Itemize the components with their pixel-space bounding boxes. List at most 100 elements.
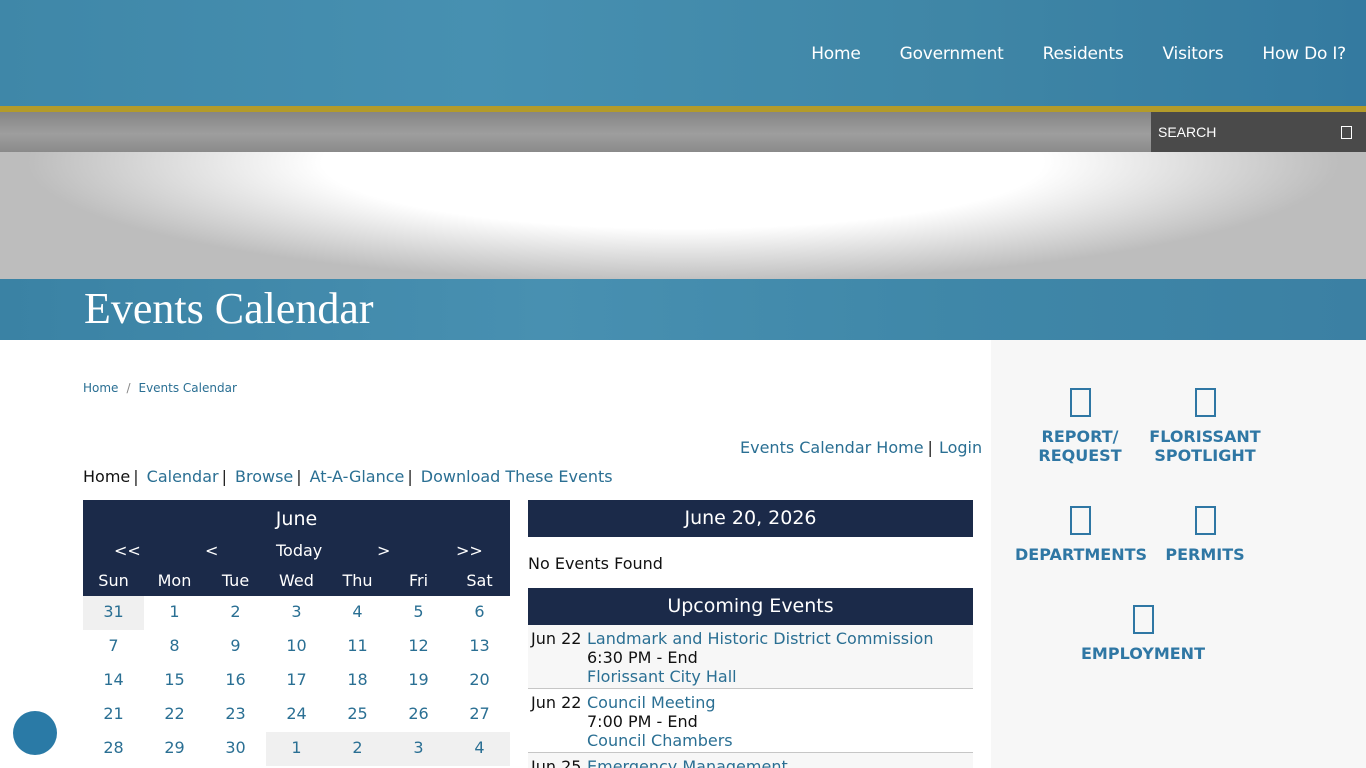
- calendar-day[interactable]: 18: [327, 664, 388, 698]
- event-item: Jun 25 Emergency Management: [528, 753, 973, 768]
- link-separator: |: [133, 467, 139, 486]
- page-title: Events Calendar: [84, 284, 374, 333]
- calendar-day[interactable]: 1: [144, 596, 205, 630]
- event-date: Jun 22: [531, 693, 582, 712]
- calendar-sub-nav: Home | Calendar | Browse | At-A-Glance | Downloa…: [83, 467, 613, 486]
- prev-year-button[interactable]: <<: [114, 541, 141, 560]
- event-item: Jun 22 Council Meeting 7:00 PM - End Cou…: [528, 689, 973, 753]
- breadcrumb-home[interactable]: Home: [83, 381, 118, 395]
- calendar-day[interactable]: 3: [266, 596, 327, 630]
- nav-visitors[interactable]: Visitors: [1163, 44, 1224, 64]
- calendar-day[interactable]: 17: [266, 664, 327, 698]
- floating-action-button[interactable]: [13, 711, 57, 755]
- weekday-label: Fri: [408, 571, 429, 590]
- event-time: 7:00 PM - End: [587, 712, 698, 731]
- selected-day-panel: June 20, 2026: [528, 500, 973, 537]
- mini-calendar: June << < Today > >> Sun Mon Tue Wed Thu…: [83, 500, 510, 766]
- nav-residents[interactable]: Residents: [1043, 44, 1124, 64]
- calendar-day[interactable]: 7: [83, 630, 144, 664]
- today-button[interactable]: Today: [276, 541, 322, 560]
- search-icon[interactable]: [1341, 126, 1352, 139]
- no-events-message: No Events Found: [528, 554, 663, 573]
- report-request-icon: [1069, 388, 1091, 417]
- quick-link-florissant-spotlight[interactable]: FLORISSANT SPOTLIGHT: [1145, 388, 1265, 465]
- prev-month-button[interactable]: <: [205, 541, 218, 560]
- calendar-day[interactable]: 29: [144, 732, 205, 766]
- quick-link-label: REQUEST: [1038, 446, 1122, 465]
- subnav-home[interactable]: Home: [83, 467, 130, 486]
- calendar-day[interactable]: 10: [266, 630, 327, 664]
- calendar-day[interactable]: 5: [388, 596, 449, 630]
- site-header: Home Government Residents Visitors How D…: [0, 0, 1366, 106]
- calendar-day[interactable]: 14: [83, 664, 144, 698]
- calendar-day[interactable]: 6: [449, 596, 510, 630]
- permits-icon: [1194, 506, 1216, 535]
- calendar-day[interactable]: 19: [388, 664, 449, 698]
- calendar-day[interactable]: 28: [83, 732, 144, 766]
- calendar-day[interactable]: 11: [327, 630, 388, 664]
- quick-link-label: SPOTLIGHT: [1154, 446, 1256, 465]
- nav-government[interactable]: Government: [900, 44, 1004, 64]
- event-date: Jun 25: [531, 757, 582, 768]
- employment-icon: [1132, 605, 1154, 634]
- quick-link-employment[interactable]: EMPLOYMENT: [1078, 605, 1208, 663]
- calendar-day[interactable]: 9: [205, 630, 266, 664]
- calendar-day[interactable]: 8: [144, 630, 205, 664]
- event-time: 6:30 PM - End: [587, 648, 698, 667]
- upcoming-events-header: Upcoming Events: [528, 588, 973, 625]
- search-box: [1151, 112, 1366, 152]
- search-input[interactable]: [1158, 123, 1328, 141]
- event-location-link[interactable]: Florissant City Hall: [587, 667, 737, 686]
- calendar-day[interactable]: 30: [205, 732, 266, 766]
- calendar-day[interactable]: 1: [266, 732, 327, 766]
- quick-link-report-request[interactable]: REPORT/ REQUEST: [1030, 388, 1130, 465]
- departments-icon: [1069, 506, 1091, 535]
- calendar-day[interactable]: 27: [449, 698, 510, 732]
- event-title-link[interactable]: Landmark and Historic District Commissio…: [587, 629, 933, 648]
- link-separator: |: [296, 467, 302, 486]
- event-item: Jun 22 Landmark and Historic District Co…: [528, 625, 973, 689]
- subnav-at-a-glance[interactable]: At-A-Glance: [310, 467, 405, 486]
- calendar-day[interactable]: 26: [388, 698, 449, 732]
- subnav-browse[interactable]: Browse: [235, 467, 293, 486]
- calendar-day[interactable]: 23: [205, 698, 266, 732]
- nav-how-do-i[interactable]: How Do I?: [1262, 44, 1346, 64]
- calendar-day[interactable]: 3: [388, 732, 449, 766]
- calendar-day[interactable]: 4: [327, 596, 388, 630]
- weekday-label: Wed: [279, 571, 314, 590]
- quick-link-label: REPORT/: [1041, 427, 1119, 446]
- calendar-day[interactable]: 22: [144, 698, 205, 732]
- breadcrumb-separator: /: [126, 381, 131, 395]
- quick-link-permits[interactable]: PERMITS: [1155, 506, 1255, 564]
- calendar-day[interactable]: 2: [205, 596, 266, 630]
- calendar-day[interactable]: 24: [266, 698, 327, 732]
- event-title-link[interactable]: Emergency Management: [587, 757, 788, 768]
- event-location-link[interactable]: Council Chambers: [587, 731, 733, 750]
- calendar-day[interactable]: 2: [327, 732, 388, 766]
- weekday-label: Mon: [157, 571, 192, 590]
- calendar-day[interactable]: 16: [205, 664, 266, 698]
- breadcrumb-current[interactable]: Events Calendar: [138, 381, 236, 395]
- login-link[interactable]: Login: [939, 438, 982, 457]
- calendar-day[interactable]: 20: [449, 664, 510, 698]
- events-calendar-home-link[interactable]: Events Calendar Home: [740, 438, 924, 457]
- subnav-calendar[interactable]: Calendar: [147, 467, 219, 486]
- subnav-download[interactable]: Download These Events: [421, 467, 613, 486]
- main-nav: Home Government Residents Visitors How D…: [772, 44, 1346, 64]
- quick-link-departments[interactable]: DEPARTMENTS: [1015, 506, 1148, 564]
- calendar-day[interactable]: 15: [144, 664, 205, 698]
- quick-link-label: DEPARTMENTS: [1015, 545, 1148, 564]
- next-month-button[interactable]: >: [377, 541, 390, 560]
- calendar-day[interactable]: 31: [83, 596, 144, 630]
- calendar-day[interactable]: 21: [83, 698, 144, 732]
- weekday-label: Tue: [221, 571, 250, 590]
- calendar-day[interactable]: 13: [449, 630, 510, 664]
- calendar-day[interactable]: 4: [449, 732, 510, 766]
- event-title-link[interactable]: Council Meeting: [587, 693, 716, 712]
- calendar-day[interactable]: 25: [327, 698, 388, 732]
- next-year-button[interactable]: >>: [456, 541, 483, 560]
- calendar-day[interactable]: 12: [388, 630, 449, 664]
- spotlight-icon: [1194, 388, 1216, 417]
- nav-home[interactable]: Home: [811, 44, 861, 64]
- weekday-label: Sat: [466, 571, 493, 590]
